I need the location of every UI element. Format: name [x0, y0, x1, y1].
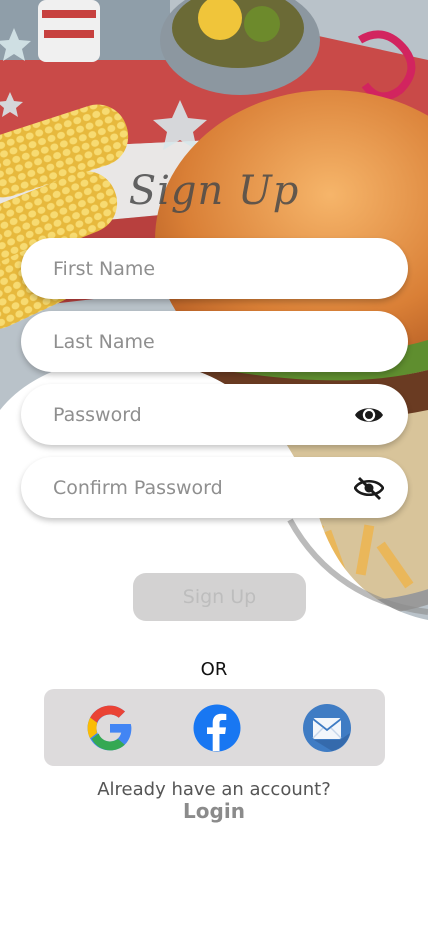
first-name-placeholder: First Name	[53, 257, 156, 280]
sign-up-button[interactable]: Sign Up	[133, 573, 306, 621]
eye-slash-icon[interactable]	[354, 473, 384, 503]
last-name-placeholder: Last Name	[53, 330, 155, 353]
account-prompt: Already have an account?	[97, 779, 331, 800]
social-login-bar	[44, 689, 385, 766]
eye-icon[interactable]	[354, 400, 384, 430]
google-icon[interactable]	[85, 703, 135, 753]
confirm-password-placeholder: Confirm Password	[53, 476, 223, 499]
or-divider: OR	[200, 659, 228, 680]
mail-icon[interactable]	[302, 703, 352, 753]
password-field[interactable]: Password	[21, 384, 408, 445]
login-link[interactable]: Login	[0, 799, 428, 823]
first-name-field[interactable]: First Name	[21, 238, 408, 299]
last-name-field[interactable]: Last Name	[21, 311, 408, 372]
facebook-icon[interactable]	[192, 703, 242, 753]
page-title: Sign Up	[128, 168, 300, 214]
confirm-password-field[interactable]: Confirm Password	[21, 457, 408, 518]
password-placeholder: Password	[53, 403, 142, 426]
